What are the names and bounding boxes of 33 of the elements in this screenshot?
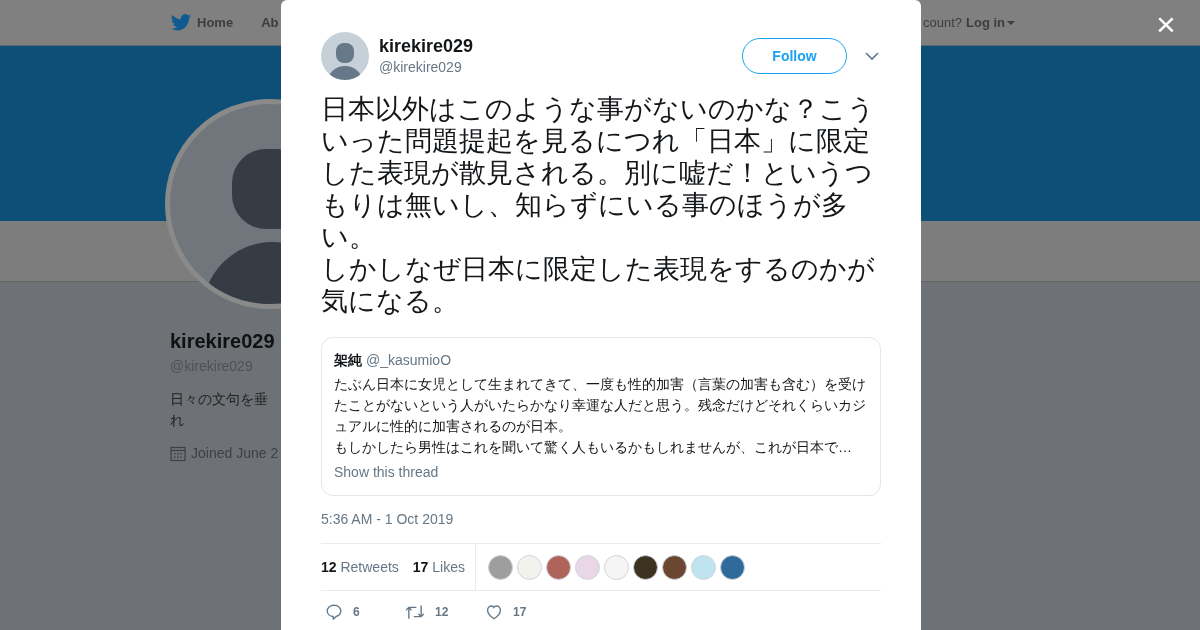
account-prompt: count? <box>922 13 962 32</box>
bird-icon <box>171 14 191 31</box>
author-handle: @kirekire029 <box>379 58 463 77</box>
profile-bio: 日々の文句を垂れ <box>170 390 269 430</box>
stat-link[interactable]: 17 Likes <box>412 556 465 578</box>
like-button[interactable]: 17 <box>485 603 565 621</box>
liker-avatar[interactable] <box>633 554 658 580</box>
author-name: kirekire029 <box>379 35 474 57</box>
reply-icon <box>325 603 343 621</box>
calendar-icon <box>170 445 186 462</box>
reply-button[interactable]: 6 <box>325 603 405 621</box>
heart-icon <box>485 603 503 621</box>
liker-avatar[interactable] <box>720 554 745 580</box>
quoted-text: もしかしたら男性はこれを聞いて驚く人もいるかもしれませんが、これが日本で… <box>334 438 853 457</box>
quoted-tweet[interactable]: 架純 @_kasumioO たぶん日本に女児として生まれてきて、一度も性的加害（言葉の加害も含む）を受けたことがないという人がいたらかなり幸運な人だと思う。残念だけどそれくらいカジュアルに性的に加害されるのが日本。 もしかしたら男性はこれを聞いて驚く人もいるかもしれませんが、これが日本で… Show this thread <box>321 337 881 496</box>
quoted-author-name: 架純 <box>334 351 362 370</box>
retweet-button[interactable]: 12 <box>405 603 485 621</box>
avatar <box>321 32 369 80</box>
quoted-text: たぶん日本に女児として生まれてきて、一度も性的加害（言葉の加害も含む）を受けたことがないという人がいたらかなり幸運な人だと思う。残念だけどそれくらいカジュアルに性的に加害されるのが日本。 <box>334 375 867 436</box>
timestamp: 5:36 AM - 1 Oct 2019 <box>321 510 454 529</box>
liker-avatar[interactable] <box>662 554 687 580</box>
chevron-down-icon[interactable] <box>865 51 879 61</box>
close-button[interactable]: × <box>1150 8 1182 40</box>
quoted-author-handle: @_kasumioO <box>366 351 452 370</box>
about-link[interactable]: Ab <box>261 12 279 33</box>
profile-name: kirekire029 <box>170 329 275 354</box>
stat-link[interactable]: 12 Retweets <box>321 556 399 578</box>
tweet-text: しかしなぜ日本に限定した表現をするのかが気になる。 <box>321 253 876 317</box>
login-link[interactable]: Log in <box>966 12 1015 33</box>
tweet-text: 日本以外はこのような事がないのかな？こういった問題提起を見るにつれ「日本」に限定した表現が散見される。別に嘘だ！というつもりは無いし、知らずにいる事のほうが多い。 <box>321 93 876 253</box>
retweet-icon <box>405 603 425 621</box>
show-thread-link[interactable]: Show this thread <box>334 462 439 483</box>
home-link[interactable]: Home <box>197 12 234 33</box>
